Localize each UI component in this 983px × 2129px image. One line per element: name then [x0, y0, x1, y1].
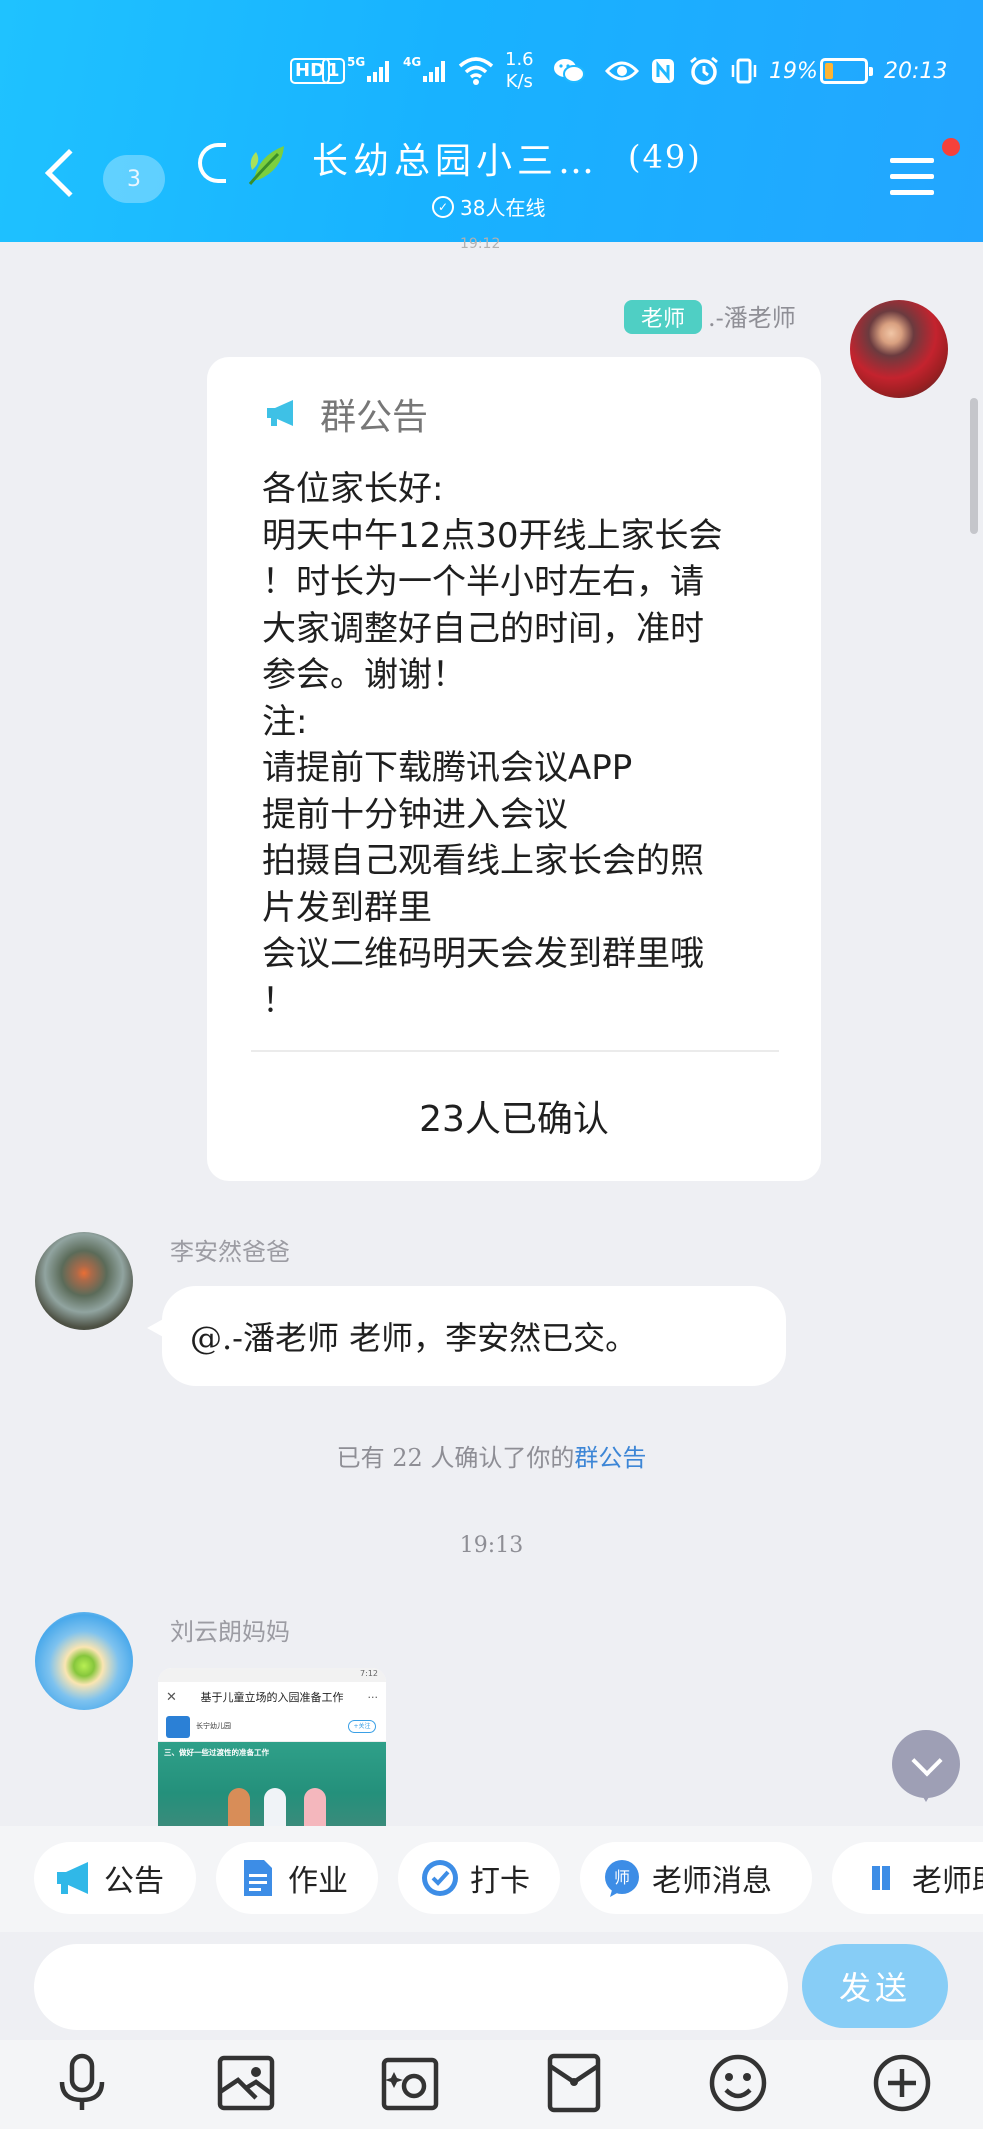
quick-announcement-button[interactable]: 公告 — [34, 1842, 196, 1914]
megaphone-icon — [57, 1862, 88, 1894]
teacher-name: .-潘老师 — [708, 304, 796, 332]
message-timestamp: 19:13 — [459, 1533, 524, 1558]
sender-avatar[interactable] — [35, 1612, 133, 1710]
clock: 20:13 — [884, 58, 948, 84]
battery-icon — [820, 46, 873, 96]
teacher-message-icon: 师 — [605, 1860, 639, 1897]
previous-timestamp: 19:12 — [460, 236, 501, 248]
quick-teacher-message-button[interactable]: 师 老师消息 — [580, 1842, 812, 1914]
check-circle-icon — [422, 1860, 458, 1896]
group-leaf-icon — [248, 146, 284, 185]
svg-text:师: 师 — [614, 1868, 630, 1887]
message-input[interactable] — [34, 1944, 788, 2030]
nfc-icon — [650, 46, 676, 96]
sender-name: 李安然爸爸 — [170, 1238, 290, 1266]
online-status: ✓ 38人在线 — [432, 192, 545, 221]
announcement-title: 群公告 — [320, 397, 429, 438]
signal-5g-icon: 5G — [347, 46, 391, 96]
net-speed: 1.6 K/s — [505, 49, 534, 92]
thumb-status-bar: 7:12 — [158, 1668, 386, 1682]
system-notice-text: 已有 22 人确认了你的 — [336, 1444, 575, 1472]
notification-dot — [942, 138, 960, 156]
alarm-icon — [688, 46, 720, 96]
scroll-down-button[interactable] — [892, 1730, 960, 1802]
back-arrow-icon[interactable] — [44, 148, 94, 198]
status-bar: HD 1 5G 4G 1.6 K/s 19% 20:13 — [0, 46, 983, 96]
emoji-icon[interactable] — [708, 2052, 768, 2114]
menu-icon[interactable] — [890, 158, 934, 196]
announcement-body: 各位家长好: 明天中午12点30开线上家长会 ！时长为一个半小时左右，请 大家调… — [262, 469, 723, 1021]
wifi-icon — [458, 46, 494, 96]
thumb-account-row: 长宁幼儿园 +关注 — [158, 1712, 386, 1742]
online-icon: ✓ — [432, 195, 454, 218]
book-icon — [872, 1866, 890, 1890]
vibrate-icon — [730, 46, 758, 96]
chat-scrollbar[interactable] — [970, 398, 978, 534]
red-packet-icon[interactable] — [544, 2052, 604, 2114]
battery-percent: 19% — [769, 58, 818, 84]
ear-icon[interactable] — [198, 143, 226, 183]
send-button[interactable]: 发送 — [802, 1944, 948, 2028]
sender-name: 刘云朗妈妈 — [170, 1618, 290, 1646]
megaphone-icon — [267, 400, 293, 426]
announcement-link[interactable]: 群公告 — [574, 1444, 646, 1472]
system-notice: 已有 22 人确认了你的群公告 — [0, 1438, 983, 1473]
wechat-icon — [553, 46, 585, 96]
announcement-divider — [251, 1050, 779, 1052]
teacher-avatar[interactable] — [850, 300, 948, 398]
teacher-tag: 老师 — [624, 300, 702, 334]
sim-indicator: 1 — [322, 46, 345, 96]
image-message[interactable]: 7:12 ✕ 基于儿童立场的入园准备工作 ··· 长宁幼儿园 +关注 三、做好一些过… — [158, 1668, 386, 1828]
quick-homework-button[interactable]: 作业 — [216, 1842, 378, 1914]
unread-badge[interactable]: 3 — [103, 155, 165, 203]
chat-header: HD 1 5G 4G 1.6 K/s 19% 20:13 3 长幼总园小三… (… — [0, 0, 983, 242]
thumb-title-bar: ✕ 基于儿童立场的入园准备工作 ··· — [158, 1682, 386, 1712]
sender-avatar[interactable] — [35, 1232, 133, 1330]
image-icon[interactable] — [216, 2052, 276, 2114]
document-icon — [244, 1860, 272, 1896]
thumb-content: 三、做好一些过渡性的准备工作 — [158, 1742, 386, 1828]
voice-icon[interactable] — [52, 2052, 112, 2114]
quick-teacher-assistant-button[interactable]: 老师助手 — [832, 1842, 983, 1914]
confirm-count[interactable]: 23人已确认 — [207, 1090, 821, 1142]
member-count: (49) — [628, 138, 702, 176]
plus-icon[interactable] — [872, 2052, 932, 2114]
online-count: 38人在线 — [460, 196, 546, 220]
quick-checkin-button[interactable]: 打卡 — [398, 1842, 560, 1914]
signal-4g-icon: 4G — [403, 46, 447, 96]
message-bubble[interactable]: @.-潘老师 老师，李安然已交。 — [162, 1286, 786, 1386]
camera-icon[interactable] — [380, 2052, 440, 2114]
group-title[interactable]: 长幼总园小三… — [312, 132, 599, 184]
bottom-toolbar — [0, 2040, 983, 2129]
eye-icon — [605, 46, 639, 96]
